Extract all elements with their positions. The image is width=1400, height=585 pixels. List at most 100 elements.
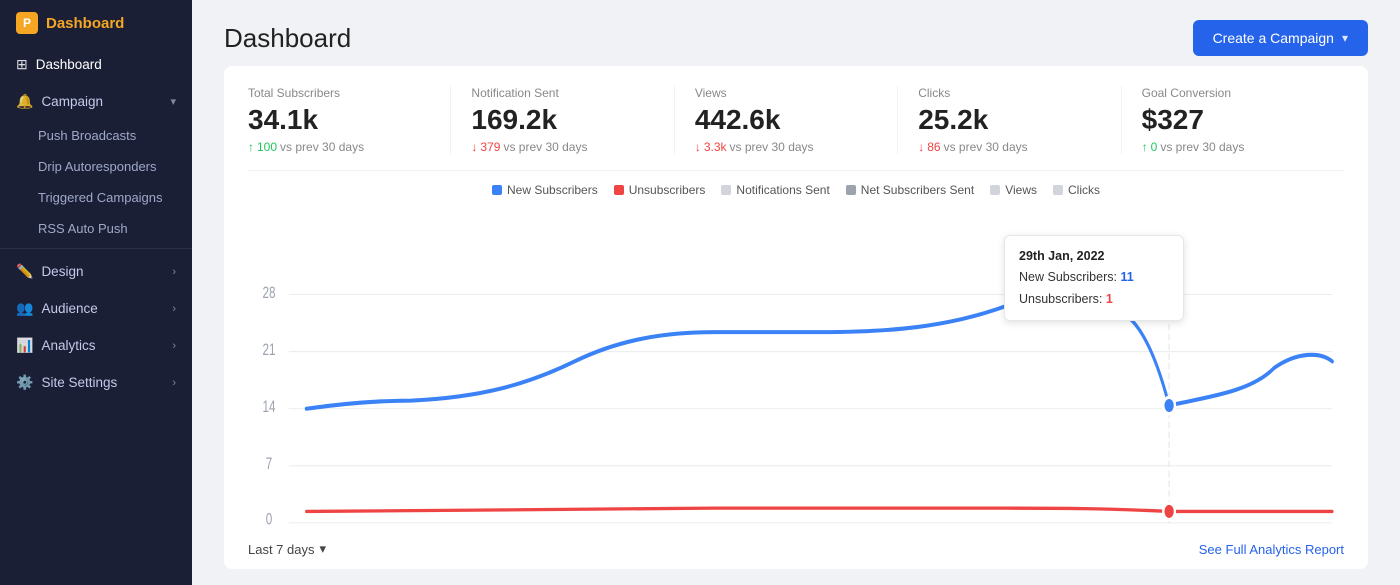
sidebar-item-campaign[interactable]: 🔔 Campaign ▾ [0,83,192,120]
logo-icon: P [16,12,38,34]
stat-value: 34.1k [248,104,430,136]
change-text: vs prev 30 days [730,140,814,154]
sidebar-sub-triggered[interactable]: Triggered Campaigns [0,182,192,213]
create-campaign-label: Create a Campaign [1213,30,1334,46]
legend-new-subscribers: New Subscribers [492,183,598,197]
legend-unsubscribers: Unsubscribers [614,183,706,197]
chevron-right-icon: › [172,266,176,278]
stat-label: Total Subscribers [248,86,430,100]
chart-legend: New Subscribers Unsubscribers Notificati… [248,183,1344,197]
sidebar-item-design[interactable]: ✏️ Design › [0,253,192,290]
stat-clicks: Clicks 25.2k 86 vs prev 30 days [918,86,1121,154]
chevron-right-icon: › [172,340,176,352]
change-text: vs prev 30 days [503,140,587,154]
legend-label: Notifications Sent [736,183,829,197]
stat-label: Goal Conversion [1142,86,1324,100]
sidebar-item-site-settings[interactable]: ⚙️ Site Settings › [0,364,192,401]
sidebar-item-audience[interactable]: 👥 Audience › [0,290,192,327]
create-campaign-button[interactable]: Create a Campaign ▾ [1193,20,1368,56]
svg-text:14: 14 [263,398,276,416]
legend-views: Views [990,183,1037,197]
svg-text:28: 28 [263,284,276,302]
sidebar-sub-push-broadcasts[interactable]: Push Broadcasts [0,120,192,151]
change-arrow-down [918,140,924,154]
legend-label: Views [1005,183,1037,197]
change-text: vs prev 30 days [280,140,364,154]
sidebar-sub-rss[interactable]: RSS Auto Push [0,213,192,244]
analytics-icon: 📊 [16,337,33,354]
legend-clicks: Clicks [1053,183,1100,197]
stat-value: $327 [1142,104,1324,136]
chevron-down-icon: ▾ [320,541,327,557]
main-content: Dashboard Create a Campaign ▾ Total Subs… [192,0,1400,585]
change-arrow-down [695,140,701,154]
sidebar-item-label: Site Settings [41,375,117,390]
change-arrow-up [248,140,254,154]
change-value: 3.3k [704,140,727,154]
logo-text: Dashboard [46,15,124,32]
change-value: 86 [927,140,940,154]
settings-icon: ⚙️ [16,374,33,391]
legend-label: New Subscribers [507,183,598,197]
chevron-right-icon: › [172,377,176,389]
change-arrow-up [1142,140,1148,154]
stat-value: 25.2k [918,104,1100,136]
stat-goal-conversion: Goal Conversion $327 0 vs prev 30 days [1142,86,1344,154]
svg-text:7: 7 [266,455,273,473]
sidebar-item-label: Design [41,264,83,279]
change-value: 100 [257,140,277,154]
date-range-button[interactable]: Last 7 days ▾ [248,541,326,557]
change-text: vs prev 30 days [944,140,1028,154]
svg-text:21: 21 [263,341,276,359]
stat-value: 442.6k [695,104,877,136]
change-arrow-down [471,140,477,154]
dashboard-footer: Last 7 days ▾ See Full Analytics Report [248,531,1344,569]
legend-net-subscribers: Net Subscribers Sent [846,183,974,197]
see-full-analytics-link[interactable]: See Full Analytics Report [1199,542,1344,557]
sidebar-item-label: Analytics [41,338,95,353]
design-icon: ✏️ [16,263,33,280]
stat-notification-sent: Notification Sent 169.2k 379 vs prev 30 … [471,86,674,154]
legend-label: Unsubscribers [629,183,706,197]
change-value: 0 [1151,140,1158,154]
legend-label: Clicks [1068,183,1100,197]
legend-color-dot [990,185,1000,195]
stat-change: 379 vs prev 30 days [471,140,653,154]
legend-label: Net Subscribers Sent [861,183,974,197]
page-title: Dashboard [224,23,351,54]
campaign-icon: 🔔 [16,93,33,110]
chart-svg: 0 7 14 21 28 25th Jan, 2022 26th Jan, 20… [248,205,1344,531]
stat-label: Views [695,86,877,100]
change-value: 379 [480,140,500,154]
stat-value: 169.2k [471,104,653,136]
stats-row: Total Subscribers 34.1k 100 vs prev 30 d… [248,86,1344,171]
sidebar-logo[interactable]: P Dashboard [0,0,192,46]
svg-text:0: 0 [266,511,273,529]
legend-color-dot [846,185,856,195]
sidebar-item-analytics[interactable]: 📊 Analytics › [0,327,192,364]
chevron-down-icon: ▾ [1342,31,1348,45]
legend-color-dot [492,185,502,195]
stat-change: 3.3k vs prev 30 days [695,140,877,154]
sidebar-item-label: Dashboard [36,57,102,72]
chevron-right-icon: › [172,303,176,315]
sidebar: P Dashboard ⊞ Dashboard 🔔 Campaign ▾ Pus… [0,0,192,585]
audience-icon: 👥 [16,300,33,317]
sidebar-sub-drip[interactable]: Drip Autoresponders [0,151,192,182]
stat-total-subscribers: Total Subscribers 34.1k 100 vs prev 30 d… [248,86,451,154]
sidebar-item-label: Campaign [41,94,103,109]
stat-label: Notification Sent [471,86,653,100]
date-range-label: Last 7 days [248,542,315,557]
legend-color-dot [614,185,624,195]
chevron-down-icon: ▾ [170,95,176,108]
sidebar-item-dashboard[interactable]: ⊞ Dashboard [0,46,192,83]
change-text: vs prev 30 days [1160,140,1244,154]
dashboard-card: Total Subscribers 34.1k 100 vs prev 30 d… [224,66,1368,569]
legend-notifications-sent: Notifications Sent [721,183,829,197]
stat-views: Views 442.6k 3.3k vs prev 30 days [695,86,898,154]
dashboard-icon: ⊞ [16,56,28,73]
stat-label: Clicks [918,86,1100,100]
chart-area: 0 7 14 21 28 25th Jan, 2022 26th Jan, 20… [248,205,1344,531]
legend-color-dot [1053,185,1063,195]
stat-change: 0 vs prev 30 days [1142,140,1324,154]
